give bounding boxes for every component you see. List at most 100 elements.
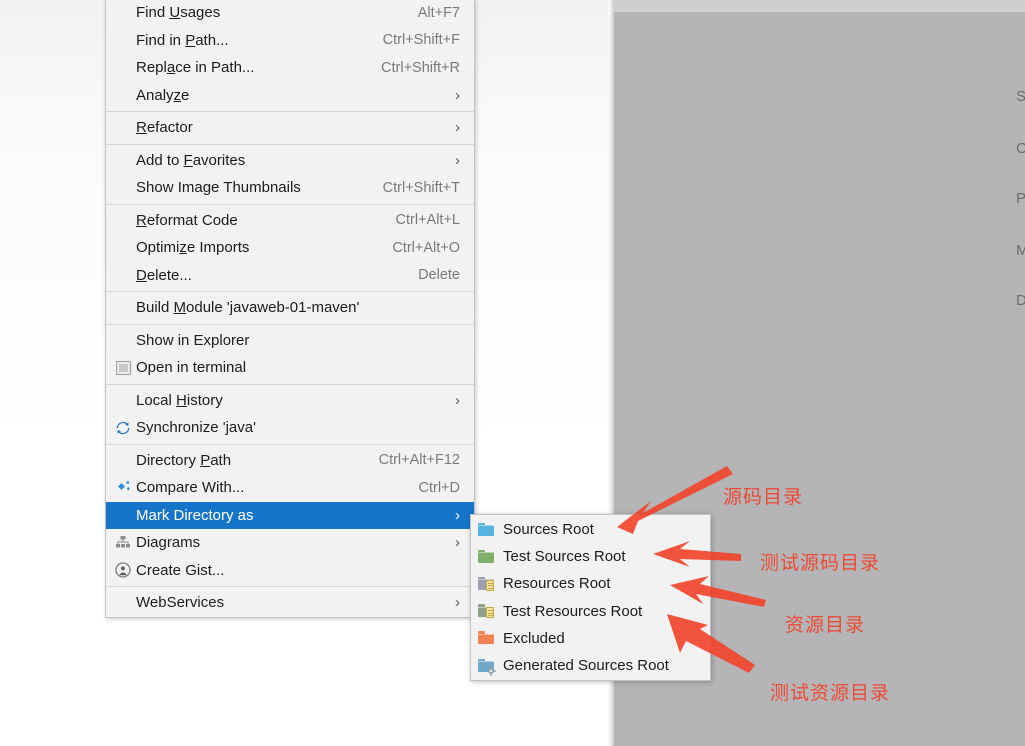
no-icon	[112, 32, 134, 48]
folder-sources-icon	[475, 521, 501, 539]
annotation-label: 测试源码目录	[760, 552, 881, 574]
folder-test-sources-icon	[475, 548, 501, 566]
menu-item-synchronize-java[interactable]: Synchronize 'java'	[106, 414, 474, 442]
submenu-item-label: Excluded	[503, 629, 565, 647]
menu-item-label: Add to Favorites	[136, 151, 246, 169]
menu-item-local-history[interactable]: Local History ›	[106, 387, 474, 415]
menu-item-delete[interactable]: Delete... Delete	[106, 262, 474, 290]
chevron-right-icon: ›	[455, 86, 460, 104]
menu-item-analyze[interactable]: Analyze ›	[106, 82, 474, 110]
menu-item-label: Create Gist...	[136, 561, 225, 579]
menu-item-webservices[interactable]: WebServices ›	[106, 589, 474, 617]
menu-item-add-to-favorites[interactable]: Add to Favorites ›	[106, 147, 474, 175]
chevron-right-icon: ›	[455, 506, 460, 524]
menu-item-label: Build Module 'javaweb-01-maven'	[136, 299, 360, 317]
menu-separator	[106, 383, 474, 385]
menu-separator	[106, 203, 474, 205]
diagrams-icon	[112, 535, 134, 551]
menu-item-compare-with[interactable]: Compare With... Ctrl+D	[106, 474, 474, 502]
submenu-item-test-resources-root[interactable]: Test Resources Root	[471, 598, 710, 625]
menu-item-shortcut: Ctrl+Alt+O	[392, 239, 460, 256]
menu-item-shortcut: Ctrl+Shift+R	[381, 59, 460, 76]
editor-context-menu[interactable]: Find Usages Alt+F7 Find in Path... Ctrl+Shi…	[105, 0, 475, 618]
compare-icon	[112, 480, 134, 496]
menu-item-label: Compare With...	[136, 479, 245, 497]
menu-item-show-in-explorer[interactable]: Show in Explorer	[106, 327, 474, 355]
submenu-item-sources-root[interactable]: Sources Root	[471, 516, 710, 543]
menu-item-shortcut: Ctrl+Shift+T	[382, 179, 460, 196]
menu-item-shortcut: Ctrl+Alt+F12	[378, 452, 460, 469]
menu-separator	[106, 291, 474, 292]
menu-item-shortcut: Ctrl+Shift+F	[382, 32, 460, 49]
no-icon	[112, 300, 134, 316]
menu-item-label: Find Usages	[136, 4, 221, 22]
no-icon	[112, 267, 134, 283]
menu-separator	[106, 443, 474, 445]
menu-item-label: Refactor	[136, 119, 193, 137]
menu-item-optimize-imports[interactable]: Optimize Imports Ctrl+Alt+O	[106, 234, 474, 262]
folder-generated-sources-icon	[475, 657, 501, 676]
menu-item-label: Synchronize 'java'	[136, 419, 256, 437]
annotation-label: 测试资源目录	[770, 682, 891, 704]
annotation-label: 资源目录	[785, 614, 866, 636]
menu-separator	[106, 111, 474, 112]
menu-item-reformat-code[interactable]: Reformat Code Ctrl+Alt+L	[106, 207, 474, 235]
submenu-item-label: Test Resources Root	[503, 602, 643, 620]
menu-item-find-in-path[interactable]: Find in Path... Ctrl+Shift+F	[106, 27, 474, 55]
submenu-item-excluded[interactable]: Excluded	[471, 625, 710, 652]
no-icon	[112, 240, 134, 256]
chevron-right-icon: ›	[455, 151, 460, 169]
menu-separator	[106, 586, 474, 587]
menu-item-directory-path[interactable]: Directory Path Ctrl+Alt+F12	[106, 447, 474, 475]
submenu-item-label: Test Sources Root	[503, 548, 626, 566]
no-icon	[112, 60, 134, 76]
menu-item-shortcut: Delete	[418, 267, 460, 284]
clipped-edge-label: C	[1016, 140, 1025, 157]
menu-item-show-image-thumbnails[interactable]: Show Image Thumbnails Ctrl+Shift+T	[106, 174, 474, 202]
clipped-edge-label: M	[1016, 242, 1025, 259]
folder-excluded-icon	[475, 629, 501, 647]
menu-item-label: Optimize Imports	[136, 239, 250, 257]
menu-item-label: WebServices	[136, 594, 225, 612]
menu-item-label: Local History	[136, 391, 223, 409]
menu-item-label: Open in terminal	[136, 359, 247, 377]
no-icon	[112, 152, 134, 168]
screenshot-root: S C P M D Find Usages Alt+F7 Find in Path... Ct…	[0, 0, 1025, 746]
menu-item-replace-in-path[interactable]: Replace in Path... Ctrl+Shift+R	[106, 54, 474, 82]
submenu-item-label: Sources Root	[503, 521, 594, 539]
menu-item-label: Delete...	[136, 266, 192, 284]
menu-item-open-in-terminal[interactable]: Open in terminal	[106, 354, 474, 382]
menu-item-diagrams[interactable]: Diagrams ›	[106, 529, 474, 557]
no-icon	[112, 595, 134, 611]
no-icon	[112, 180, 134, 196]
no-icon	[112, 332, 134, 348]
submenu-item-resources-root[interactable]: Resources Root	[471, 570, 710, 597]
terminal-icon	[112, 360, 134, 376]
menu-item-label: Reformat Code	[136, 211, 238, 229]
menu-item-build-module-javaweb-01-maven[interactable]: Build Module 'javaweb-01-maven'	[106, 294, 474, 322]
chevron-right-icon: ›	[455, 391, 460, 409]
submenu-item-generated-sources-root[interactable]: Generated Sources Root	[471, 652, 710, 679]
folder-resources-icon	[475, 575, 501, 593]
clipped-edge-label: P	[1016, 190, 1025, 207]
submenu-item-test-sources-root[interactable]: Test Sources Root	[471, 543, 710, 570]
chevron-right-icon: ›	[455, 534, 460, 552]
no-icon	[112, 120, 134, 136]
menu-item-shortcut: Ctrl+Alt+L	[395, 212, 460, 229]
no-icon	[112, 87, 134, 103]
editor-background-right-strip	[612, 0, 1025, 12]
menu-item-label: Directory Path	[136, 451, 232, 469]
submenu-item-label: Resources Root	[503, 575, 611, 593]
submenu-item-label: Generated Sources Root	[503, 657, 669, 675]
menu-item-find-usages[interactable]: Find Usages Alt+F7	[106, 0, 474, 27]
menu-separator	[106, 323, 474, 325]
menu-item-mark-directory-as[interactable]: Mark Directory as ›	[106, 501, 474, 529]
menu-item-refactor[interactable]: Refactor ›	[106, 114, 474, 142]
mark-directory-as-submenu[interactable]: Sources Root Test Sources Root Resources R…	[470, 514, 711, 682]
menu-item-label: Mark Directory as	[136, 506, 254, 524]
menu-separator	[106, 143, 474, 145]
no-icon	[112, 392, 134, 408]
menu-item-label: Analyze	[136, 86, 190, 104]
clipped-edge-label: S	[1016, 88, 1025, 105]
menu-item-create-gist[interactable]: Create Gist...	[106, 557, 474, 585]
